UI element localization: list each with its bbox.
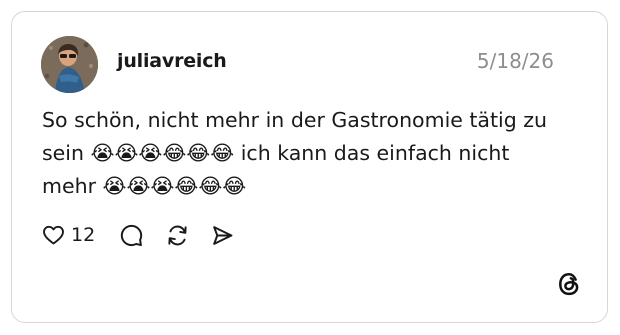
comment-bubble-icon xyxy=(121,224,143,246)
avatar[interactable] xyxy=(41,36,98,93)
threads-logo-icon xyxy=(555,270,583,298)
like-button[interactable]: 12 xyxy=(41,223,95,247)
like-count: 12 xyxy=(71,224,96,246)
send-paper-plane-icon xyxy=(213,225,233,245)
heart-icon xyxy=(43,225,64,245)
post-date: 5/18/26 xyxy=(476,49,554,73)
share-button[interactable] xyxy=(210,223,235,248)
post-card: juliavreich 5/18/26 So schön, nicht mehr… xyxy=(11,11,608,323)
action-bar: 12 xyxy=(41,220,235,250)
repost-arrows-icon xyxy=(168,225,187,245)
avatar-photo xyxy=(41,36,98,93)
reply-button[interactable] xyxy=(119,223,144,248)
username[interactable]: juliavreich xyxy=(117,50,227,72)
repost-button[interactable] xyxy=(165,223,190,248)
post-text: So schön, nicht mehr in der Gastronomie … xyxy=(42,108,548,198)
